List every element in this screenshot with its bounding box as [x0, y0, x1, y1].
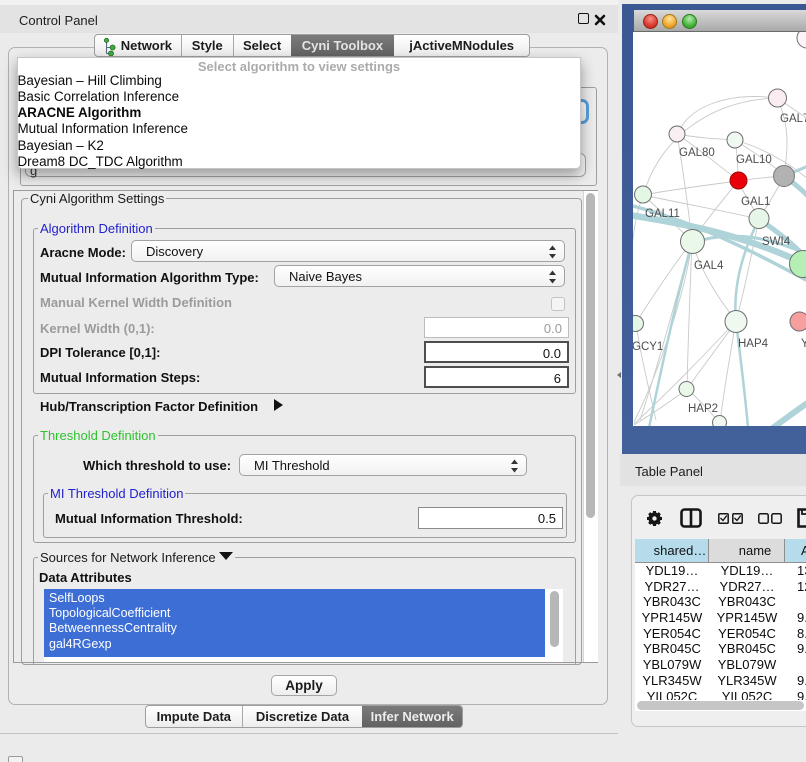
- svg-text:GAL4: GAL4: [694, 260, 724, 272]
- svg-text:GAL80: GAL80: [679, 147, 715, 159]
- svg-text:HAP2: HAP2: [688, 403, 718, 415]
- svg-text:HAP4: HAP4: [738, 338, 769, 350]
- svg-text:GCY1: GCY1: [633, 341, 663, 353]
- svg-text:SWI4: SWI4: [762, 236, 791, 248]
- svg-text:GAL10: GAL10: [736, 154, 772, 166]
- svg-text:GAL7: GAL7: [780, 113, 806, 125]
- svg-text:GAL11: GAL11: [645, 208, 680, 220]
- svg-text:GAL1: GAL1: [741, 196, 770, 208]
- svg-text:Y: Y: [801, 338, 806, 350]
